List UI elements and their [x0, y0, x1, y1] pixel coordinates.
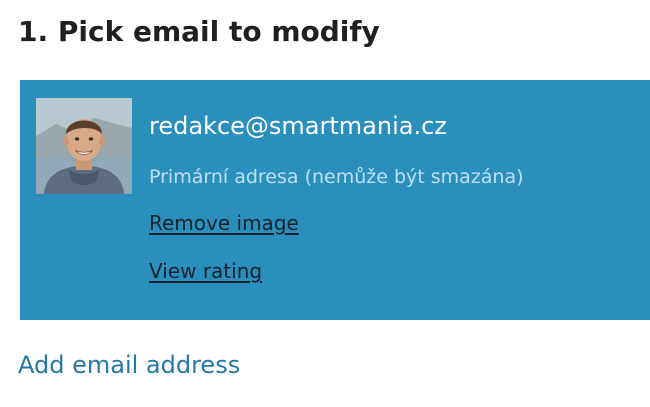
email-address: redakce@smartmania.cz — [149, 112, 447, 140]
remove-image-link[interactable]: Remove image — [149, 210, 299, 236]
section-title: 1. Pick email to modify — [18, 15, 380, 48]
view-rating-link[interactable]: View rating — [149, 258, 262, 284]
profile-avatar — [36, 98, 132, 194]
add-email-address-link[interactable]: Add email address — [18, 350, 240, 380]
avatar-photo-icon — [36, 98, 132, 194]
primary-address-note: Primární adresa (nemůže být smazána) — [149, 166, 524, 188]
email-card-selected[interactable]: redakce@smartmania.cz Primární adresa (n… — [20, 80, 650, 320]
